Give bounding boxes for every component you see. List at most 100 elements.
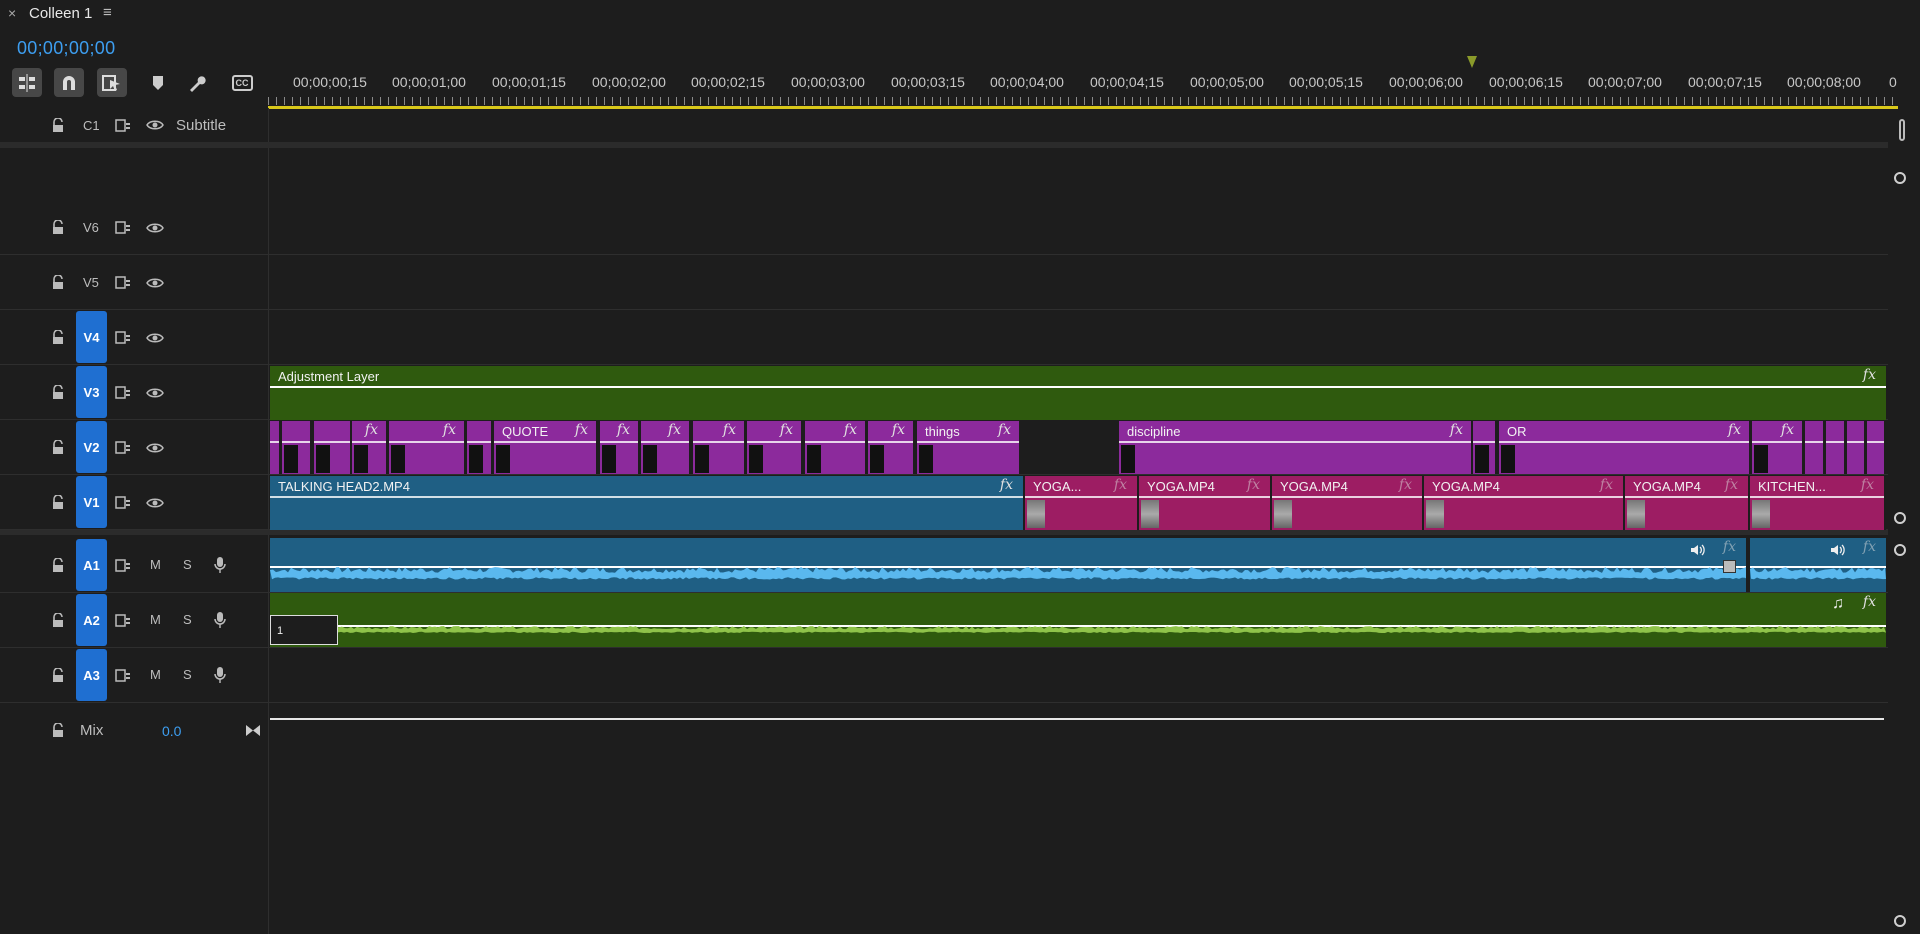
eye-icon[interactable] xyxy=(146,277,164,289)
graphics-clip[interactable]: discipline fx xyxy=(1119,421,1473,474)
graphics-clip[interactable]: fx xyxy=(693,421,746,474)
sync-lock-icon[interactable] xyxy=(115,441,131,454)
eye-icon[interactable] xyxy=(146,387,164,399)
linked-selection-icon[interactable] xyxy=(97,68,127,97)
lock-icon[interactable] xyxy=(51,118,65,132)
close-panel-button[interactable]: × xyxy=(8,5,16,21)
voiceover-mic-icon[interactable] xyxy=(214,611,226,629)
mix-volume-line[interactable] xyxy=(270,718,1884,720)
audio-scroll-bottom-handle[interactable] xyxy=(1894,915,1906,927)
track-target-toggle[interactable]: A3 xyxy=(76,649,107,701)
sync-lock-icon[interactable] xyxy=(115,119,131,132)
solo-button[interactable]: S xyxy=(183,667,192,682)
work-area-bar[interactable] xyxy=(268,106,1898,109)
track-target-toggle[interactable]: V3 xyxy=(76,366,107,418)
graphics-clip[interactable] xyxy=(1473,421,1497,474)
captions-cc-icon[interactable]: CC xyxy=(228,68,256,97)
nest-sequence-icon[interactable] xyxy=(12,68,42,97)
graphics-clip[interactable]: fx xyxy=(352,421,388,474)
track-target-toggle[interactable]: A1 xyxy=(76,539,107,591)
eye-icon[interactable] xyxy=(146,442,164,454)
graphics-clip[interactable] xyxy=(467,421,493,474)
track-target-toggle[interactable]: V2 xyxy=(76,421,107,473)
lock-icon[interactable] xyxy=(51,668,65,682)
sequence-tab-title[interactable]: Colleen 1 xyxy=(29,5,92,22)
mix-volume-value[interactable]: 0.0 xyxy=(162,723,181,739)
sync-lock-icon[interactable] xyxy=(115,276,131,289)
graphics-clip[interactable] xyxy=(1867,421,1886,474)
lock-icon[interactable] xyxy=(51,330,65,344)
subtitle-separator[interactable] xyxy=(0,142,1888,148)
sync-lock-icon[interactable] xyxy=(115,614,131,627)
graphics-clip[interactable] xyxy=(314,421,352,474)
sync-lock-icon[interactable] xyxy=(115,386,131,399)
lock-icon[interactable] xyxy=(51,440,65,454)
time-ruler[interactable]: 00;00;00;15 00;00;01;00 00;00;01;15 00;00;0… xyxy=(268,56,1920,109)
video-scroll-bottom-handle[interactable] xyxy=(1894,512,1906,524)
graphics-clip[interactable] xyxy=(1847,421,1866,474)
lock-icon[interactable] xyxy=(51,385,65,399)
playhead-timecode[interactable]: 00;00;00;00 xyxy=(17,38,115,59)
sync-lock-icon[interactable] xyxy=(115,496,131,509)
sync-lock-icon[interactable] xyxy=(115,331,131,344)
track-target-toggle[interactable]: V1 xyxy=(76,476,107,528)
video-clip-talking-head[interactable]: TALKING HEAD2.MP4 fx xyxy=(270,476,1025,530)
graphics-clip[interactable] xyxy=(270,421,281,474)
graphics-clip[interactable]: things fx xyxy=(917,421,1021,474)
voiceover-mic-icon[interactable] xyxy=(214,666,226,684)
video-clip-yoga[interactable]: YOGA.MP4 fx xyxy=(1424,476,1625,530)
graphics-clip[interactable]: fx xyxy=(641,421,691,474)
playhead-marker[interactable] xyxy=(1467,56,1477,68)
audio-clip-a1-end[interactable]: fx xyxy=(1750,538,1886,592)
audio-clip-a2-music[interactable]: 1 ♫ fx xyxy=(270,593,1886,647)
lock-icon[interactable] xyxy=(51,495,65,509)
graphics-clip[interactable]: fx xyxy=(600,421,640,474)
video-clip-kitchen[interactable]: KITCHEN... fx xyxy=(1750,476,1886,530)
eye-icon[interactable] xyxy=(146,497,164,509)
sync-lock-icon[interactable] xyxy=(115,559,131,572)
graphics-clip[interactable] xyxy=(282,421,312,474)
video-scroll-top-handle[interactable] xyxy=(1894,172,1906,184)
add-marker-icon[interactable] xyxy=(143,68,173,97)
graphics-clip[interactable]: fx xyxy=(868,421,915,474)
track-target-toggle[interactable]: A2 xyxy=(76,594,107,646)
eye-icon[interactable] xyxy=(146,332,164,344)
audio-clip-a1-main[interactable]: fx xyxy=(270,538,1748,592)
mute-button[interactable]: M xyxy=(150,612,161,627)
mute-button[interactable]: M xyxy=(150,667,161,682)
graphics-clip[interactable]: fx xyxy=(389,421,466,474)
solo-button[interactable]: S xyxy=(183,612,192,627)
snap-magnet-icon[interactable] xyxy=(54,68,84,97)
wrench-settings-icon[interactable] xyxy=(182,68,212,97)
graphics-clip[interactable]: QUOTE fx xyxy=(494,421,598,474)
video-clip-yoga[interactable]: YOGA.MP4 fx xyxy=(1625,476,1750,530)
graphics-clip[interactable] xyxy=(1826,421,1846,474)
video-clip-yoga[interactable]: YOGA.MP4 fx xyxy=(1272,476,1424,530)
video-clip-yoga[interactable]: YOGA.MP4 fx xyxy=(1139,476,1272,530)
graphics-clip[interactable]: fx xyxy=(1752,421,1804,474)
adjustment-layer-clip[interactable]: Adjustment Layer fx xyxy=(270,366,1886,420)
sync-lock-icon[interactable] xyxy=(115,221,131,234)
graphics-clip[interactable] xyxy=(1805,421,1825,474)
lock-icon[interactable] xyxy=(51,723,65,737)
sync-lock-icon[interactable] xyxy=(115,669,131,682)
lock-icon[interactable] xyxy=(51,220,65,234)
video-clip-yoga-short[interactable]: YOGA... fx xyxy=(1025,476,1139,530)
graphics-clip[interactable]: OR fx xyxy=(1499,421,1751,474)
keyframe-handle[interactable] xyxy=(1723,560,1736,573)
graphics-clip[interactable]: fx xyxy=(805,421,867,474)
bowtie-pan-icon[interactable] xyxy=(245,724,261,737)
eye-icon[interactable] xyxy=(146,119,164,131)
solo-button[interactable]: S xyxy=(183,557,192,572)
lock-icon[interactable] xyxy=(51,558,65,572)
graphics-clip[interactable]: fx xyxy=(747,421,803,474)
lock-icon[interactable] xyxy=(51,275,65,289)
eye-icon[interactable] xyxy=(146,222,164,234)
lock-icon[interactable] xyxy=(51,613,65,627)
video-audio-divider[interactable] xyxy=(0,530,1888,535)
audio-scroll-top-handle[interactable] xyxy=(1894,544,1906,556)
keyframe-box[interactable]: 1 xyxy=(270,615,338,645)
menu-icon[interactable]: ≡ xyxy=(103,4,112,21)
track-target-toggle[interactable]: V4 xyxy=(76,311,107,363)
mute-button[interactable]: M xyxy=(150,557,161,572)
